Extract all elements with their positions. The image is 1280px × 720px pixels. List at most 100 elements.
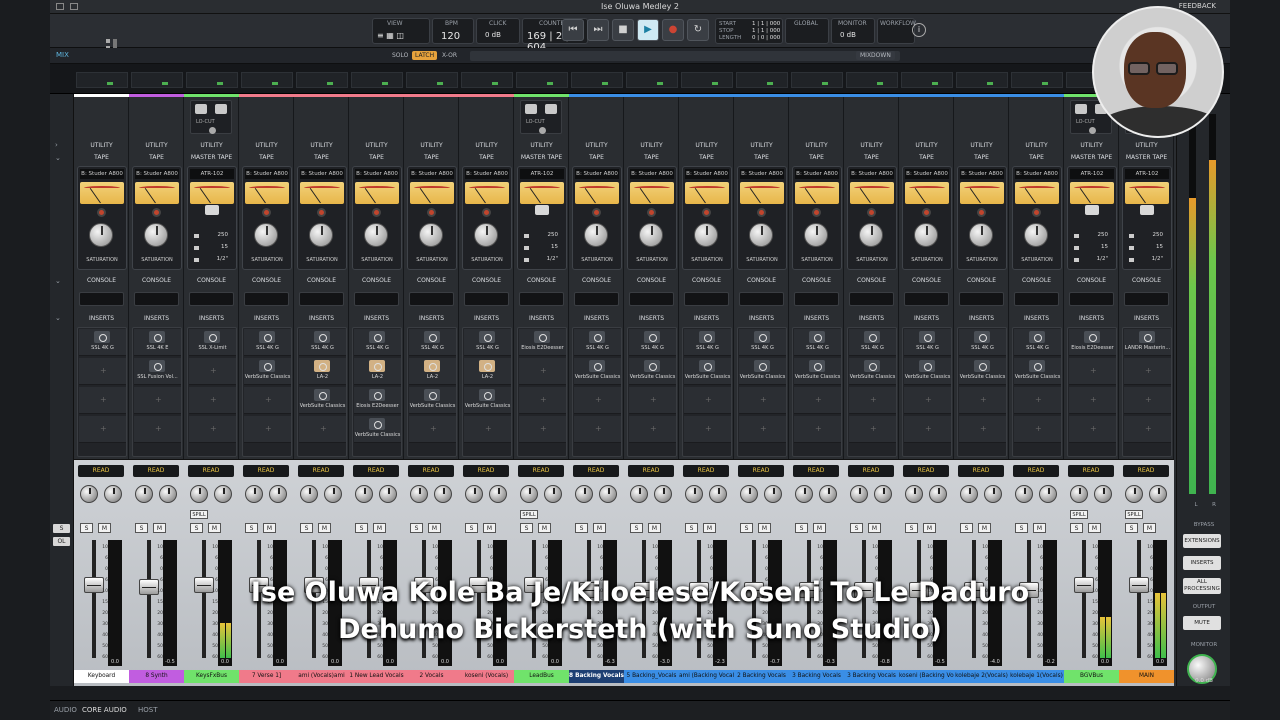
empty-insert-slot[interactable] <box>849 387 896 414</box>
insert-power-icon[interactable] <box>314 389 330 401</box>
console-label[interactable]: CONSOLE <box>459 277 514 284</box>
utility-label[interactable]: UTILITY <box>1064 142 1119 149</box>
channel-name[interactable]: 7 Verse 1] <box>239 670 294 683</box>
lo-cut-switch[interactable] <box>215 104 227 114</box>
monitor-value[interactable]: 0 dB <box>840 31 856 39</box>
empty-insert-slot[interactable] <box>739 416 786 443</box>
lo-cut-switch[interactable] <box>525 104 537 114</box>
tape-plugin[interactable]: B: Studer A800 SATURATION <box>792 166 842 270</box>
empty-insert-slot[interactable] <box>189 387 236 414</box>
mute-button[interactable]: M <box>1033 523 1046 533</box>
pan-knob[interactable] <box>410 485 428 503</box>
info-icon[interactable]: i <box>912 23 926 37</box>
mute-button[interactable]: M <box>428 523 441 533</box>
overview-cell[interactable] <box>241 72 293 88</box>
insert-slot[interactable]: LA-2 <box>299 358 346 385</box>
tape-type-label[interactable]: TAPE <box>1009 154 1064 161</box>
mute-button[interactable]: M <box>318 523 331 533</box>
insert-slot[interactable]: SSL 4K G <box>79 329 126 356</box>
insert-power-icon[interactable] <box>149 360 165 372</box>
console-toggle-icon[interactable]: ⌄ <box>55 277 61 285</box>
insert-power-icon[interactable] <box>589 331 605 343</box>
insert-slot[interactable]: SSL 4K G <box>574 329 621 356</box>
channel-name[interactable]: 1 New Lead Vocals <box>349 670 404 683</box>
tape-led-icon[interactable] <box>482 208 491 217</box>
solo-button[interactable]: S <box>135 523 148 533</box>
empty-insert-slot[interactable] <box>794 387 841 414</box>
utility-label[interactable]: UTILITY <box>569 142 624 149</box>
tape-toggle-icon[interactable]: ⌄ <box>55 154 61 162</box>
mute-button[interactable]: M <box>1143 523 1156 533</box>
saturation-knob[interactable] <box>1024 223 1048 247</box>
saturation-knob[interactable] <box>89 223 113 247</box>
width-knob[interactable] <box>434 485 452 503</box>
pan-knob[interactable] <box>1015 485 1033 503</box>
automation-read-button[interactable]: READ <box>188 465 234 477</box>
insert-power-icon[interactable] <box>314 331 330 343</box>
overview-cell[interactable] <box>516 72 568 88</box>
mute-button[interactable]: M <box>153 523 166 533</box>
channel-name[interactable]: ami (Backing Vocals) <box>679 670 734 683</box>
saturation-knob[interactable] <box>749 223 773 247</box>
insert-power-icon[interactable] <box>699 360 715 372</box>
console-slot[interactable] <box>519 292 564 306</box>
tape-led-icon[interactable] <box>757 208 766 217</box>
fader-db-readout[interactable]: 0.0 <box>493 658 507 666</box>
solo-button[interactable]: S <box>740 523 753 533</box>
insert-slot[interactable]: SSL 4K G <box>244 329 291 356</box>
empty-insert-slot[interactable] <box>464 416 511 443</box>
insert-slot[interactable]: VerbSuite Classics <box>739 358 786 385</box>
tape-led-icon[interactable] <box>262 208 271 217</box>
timeline-overview[interactable] <box>470 51 900 61</box>
mute-button[interactable]: M <box>978 523 991 533</box>
tape-width-value[interactable]: 1/2" <box>1097 256 1108 262</box>
console-slot[interactable] <box>629 292 674 306</box>
insert-power-icon[interactable] <box>534 331 550 343</box>
console-label[interactable]: CONSOLE <box>624 277 679 284</box>
stop-button[interactable]: ■ <box>612 19 634 41</box>
console-slot[interactable] <box>299 292 344 306</box>
tape-plugin[interactable]: B: Studer A800 SATURATION <box>957 166 1007 270</box>
mute-button[interactable]: M <box>868 523 881 533</box>
console-label[interactable]: CONSOLE <box>569 277 624 284</box>
view-icons[interactable]: ≡ ▦ ◫ <box>377 31 404 40</box>
tape-type-label[interactable]: MASTER TAPE <box>514 154 569 161</box>
utility-label[interactable]: UTILITY <box>734 142 789 149</box>
lo-cut-dial-icon[interactable] <box>209 127 216 134</box>
inserts-bypass-button[interactable]: INSERTS <box>1183 556 1221 570</box>
empty-insert-slot[interactable] <box>1069 387 1116 414</box>
lo-cut-control[interactable]: LO-CUT <box>190 100 232 134</box>
insert-power-icon[interactable] <box>699 331 715 343</box>
empty-insert-slot[interactable] <box>1014 416 1061 443</box>
insert-power-icon[interactable] <box>424 389 440 401</box>
console-label[interactable]: CONSOLE <box>129 277 184 284</box>
utility-label[interactable]: UTILITY <box>404 142 459 149</box>
channel-name[interactable]: BGVBus <box>1064 670 1119 683</box>
inserts-label[interactable]: INSERTS <box>184 315 239 322</box>
xor-button[interactable]: X-OR <box>442 52 457 59</box>
overview-cell[interactable] <box>131 72 183 88</box>
channel-name[interactable]: 2 Vocals <box>404 670 459 683</box>
overview-cell[interactable] <box>681 72 733 88</box>
console-slot[interactable] <box>849 292 894 306</box>
empty-insert-slot[interactable] <box>904 387 951 414</box>
console-slot[interactable] <box>739 292 784 306</box>
channel-name[interactable]: 3 Backing Vocals <box>844 670 899 683</box>
channel-name[interactable]: Keyboard <box>74 670 129 683</box>
solo-button[interactable]: S <box>1015 523 1028 533</box>
insert-slot[interactable]: VerbSuite Classics <box>959 358 1006 385</box>
tape-ips-value[interactable]: 15 <box>1101 244 1108 250</box>
play-button[interactable]: ▶ <box>637 19 659 41</box>
tape-type-label[interactable]: TAPE <box>899 154 954 161</box>
solo-button[interactable]: S <box>960 523 973 533</box>
console-slot[interactable] <box>684 292 729 306</box>
inserts-label[interactable]: INSERTS <box>349 315 404 322</box>
console-label[interactable]: CONSOLE <box>1064 277 1119 284</box>
insert-slot[interactable]: VerbSuite Classics <box>354 416 401 443</box>
insert-power-icon[interactable] <box>369 331 385 343</box>
insert-power-icon[interactable] <box>1029 331 1045 343</box>
spill-button[interactable]: SPILL <box>1125 510 1143 519</box>
insert-slot[interactable]: SSL 4K G <box>629 329 676 356</box>
solo-button[interactable]: S <box>905 523 918 533</box>
pan-knob[interactable] <box>960 485 978 503</box>
